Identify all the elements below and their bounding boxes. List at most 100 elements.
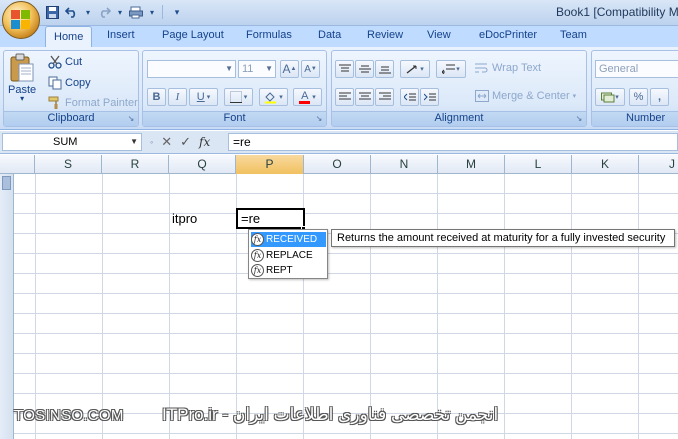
- cell-q-text[interactable]: itpro: [172, 211, 197, 226]
- tab-formulas[interactable]: Formulas: [246, 29, 292, 41]
- tab-review[interactable]: Review: [367, 29, 403, 41]
- active-cell[interactable]: =re: [236, 208, 305, 229]
- column-header-j[interactable]: J: [639, 155, 678, 174]
- column-header-o[interactable]: O: [304, 155, 371, 174]
- worksheet-grid: S R Q P O N M L K J: [0, 155, 678, 439]
- shrink-font-button[interactable]: A ▼: [301, 60, 320, 78]
- column-header-s[interactable]: S: [35, 155, 102, 174]
- borders-icon: [229, 91, 242, 103]
- bold-button[interactable]: B: [147, 88, 166, 106]
- merge-center-button[interactable]: Merge & Center ▾: [475, 90, 576, 102]
- clipboard-group: Paste ▾ Cut Copy Format Painter Clipboar…: [3, 50, 139, 127]
- align-center-button[interactable]: [355, 88, 374, 106]
- increase-indent-button[interactable]: [420, 88, 439, 106]
- insert-function-icon[interactable]: fx: [199, 135, 210, 149]
- clipboard-launcher-icon[interactable]: ↘: [126, 114, 136, 124]
- align-right-button[interactable]: [375, 88, 394, 106]
- format-painter-button[interactable]: Format Painter: [48, 96, 138, 110]
- font-group: ▼ 11 ▼ A ▲ A ▼ B I U ▾ ▾ ▾ A ▾ Font ↘: [142, 50, 327, 127]
- column-header-k[interactable]: K: [572, 155, 639, 174]
- font-name-combo[interactable]: ▼: [147, 60, 236, 78]
- number-group-label: Number: [592, 111, 678, 126]
- print-preview-icon[interactable]: [128, 4, 144, 20]
- column-header-n[interactable]: N: [371, 155, 438, 174]
- merge-cells-icon: [475, 90, 489, 102]
- function-autocomplete-list: fx RECEIVED fx REPLACE fx REPT: [248, 229, 328, 279]
- paste-button[interactable]: Paste ▾: [8, 53, 36, 103]
- undo-icon[interactable]: [64, 4, 80, 20]
- font-group-label: Font: [143, 111, 326, 126]
- quick-access-toolbar: ▾ ▾ ▾ ▾: [44, 4, 185, 20]
- wrap-text-button[interactable]: Wrap Text: [475, 62, 541, 74]
- align-left-button[interactable]: [335, 88, 354, 106]
- grow-font-button[interactable]: A ▲: [280, 60, 299, 78]
- autocomplete-item-replace[interactable]: fx REPLACE: [251, 248, 326, 263]
- undo-dropdown-icon[interactable]: ▾: [84, 4, 92, 20]
- font-color-swatch: [299, 100, 311, 104]
- formula-input[interactable]: =re: [228, 133, 678, 151]
- copy-button[interactable]: Copy: [48, 76, 91, 90]
- decrease-indent-button[interactable]: [400, 88, 419, 106]
- italic-button[interactable]: I: [168, 88, 187, 106]
- font-size-combo[interactable]: 11 ▼: [238, 60, 276, 78]
- column-header-l[interactable]: L: [505, 155, 572, 174]
- align-top-button[interactable]: [335, 60, 354, 78]
- rtl-direction-button[interactable]: ▾: [436, 60, 466, 78]
- cancel-icon[interactable]: ✕: [161, 134, 172, 150]
- function-icon: fx: [251, 249, 264, 262]
- tab-home[interactable]: Home: [45, 26, 93, 48]
- tab-view[interactable]: View: [427, 29, 451, 41]
- tab-team[interactable]: Team: [560, 29, 587, 41]
- clipboard-group-label: Clipboard: [4, 111, 138, 126]
- alignment-launcher-icon[interactable]: ↘: [574, 114, 584, 124]
- autocomplete-item-label: RECEIVED: [266, 234, 318, 245]
- split-box-icon[interactable]: [2, 176, 11, 190]
- accounting-format-button[interactable]: ▾: [595, 88, 625, 106]
- save-icon[interactable]: [44, 4, 60, 20]
- name-box[interactable]: SUM ▼: [2, 133, 142, 151]
- percent-style-button[interactable]: %: [629, 88, 648, 106]
- watermark-right-text: ITPro.ir - انجمن تخصصی فناوری اطلاعات ای…: [162, 405, 499, 424]
- tab-insert[interactable]: Insert: [107, 29, 135, 41]
- redo-dropdown-icon[interactable]: ▾: [116, 4, 124, 20]
- comma-style-button[interactable]: ,: [650, 88, 669, 106]
- customize-qat-icon[interactable]: ▾: [169, 4, 185, 20]
- format-painter-label: Format Painter: [65, 97, 138, 109]
- name-box-dropdown-icon[interactable]: ▼: [130, 137, 138, 146]
- fill-color-button[interactable]: ▾: [259, 88, 288, 106]
- tab-edocprinter[interactable]: eDocPrinter: [479, 29, 537, 41]
- column-header-q[interactable]: Q: [169, 155, 236, 174]
- font-launcher-icon[interactable]: ↘: [314, 114, 324, 124]
- expand-dots-icon[interactable]: ◦: [150, 137, 153, 147]
- office-button[interactable]: [2, 1, 40, 39]
- alignment-group-label: Alignment: [332, 111, 586, 126]
- currency-icon: [601, 92, 615, 102]
- number-format-combo[interactable]: General: [595, 60, 678, 78]
- number-group: General ▾ % , Number: [591, 50, 678, 127]
- autocomplete-item-rept[interactable]: fx REPT: [251, 263, 326, 278]
- underline-button[interactable]: U ▾: [189, 88, 218, 106]
- align-middle-button[interactable]: [355, 60, 374, 78]
- column-header-m[interactable]: M: [438, 155, 505, 174]
- tab-page-layout[interactable]: Page Layout: [162, 29, 224, 41]
- orientation-icon: [406, 65, 417, 74]
- redo-icon[interactable]: [96, 4, 112, 20]
- enter-check-icon[interactable]: ✓: [180, 134, 191, 150]
- autocomplete-item-received[interactable]: fx RECEIVED: [251, 232, 326, 247]
- cut-button[interactable]: Cut: [48, 55, 82, 69]
- customize-dropdown-icon[interactable]: ▾: [148, 4, 156, 20]
- column-header-r[interactable]: R: [102, 155, 169, 174]
- select-all-corner[interactable]: [0, 155, 35, 174]
- paste-dropdown-icon: ▾: [20, 94, 25, 103]
- decrease-indent-icon: [403, 93, 416, 101]
- column-header-p[interactable]: P: [236, 155, 304, 174]
- orientation-button[interactable]: ▾: [400, 60, 430, 78]
- align-left-icon: [338, 92, 351, 100]
- row-header-gutter: [0, 174, 14, 439]
- cell-area[interactable]: [14, 174, 678, 439]
- align-bottom-button[interactable]: [375, 60, 394, 78]
- borders-button[interactable]: ▾: [224, 88, 253, 106]
- align-middle-icon: [358, 65, 371, 73]
- tab-data[interactable]: Data: [318, 29, 341, 41]
- font-color-button[interactable]: A ▾: [293, 88, 322, 106]
